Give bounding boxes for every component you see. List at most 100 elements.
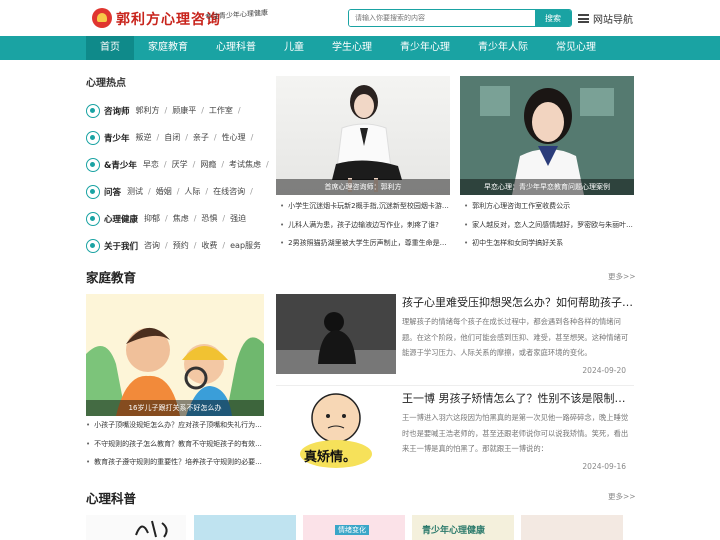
science-thumb[interactable] <box>86 515 186 540</box>
article-desc: 王一博进入羽六这段因为怕黑真的是第一次见他一路碎碎念，晚上睡觉时也是要喊王浩老师… <box>402 413 629 453</box>
hot-link[interactable]: 叛逆 <box>136 132 152 143</box>
separator: / <box>192 160 196 169</box>
separator: / <box>148 187 151 196</box>
nav-common-psych[interactable]: 常见心理 <box>542 36 610 60</box>
consultant-icon <box>86 103 100 118</box>
family-more-link[interactable]: 更多>> <box>608 271 636 282</box>
news-item[interactable]: 小孩子顶嘴没规矩怎么办？应对孩子顶嘴和失礼行为... <box>86 416 264 435</box>
hot-link[interactable]: 咨询 <box>144 240 160 251</box>
divider <box>276 385 634 386</box>
nav-youth-social[interactable]: 青少年人际 <box>464 36 542 60</box>
hot-link[interactable]: 恐惧 <box>201 213 217 224</box>
family-section-title[interactable]: 家庭教育 <box>86 267 136 286</box>
separator: / <box>250 133 254 142</box>
hot-category[interactable]: 青少年 <box>104 132 130 144</box>
hot-link[interactable]: 亲子 <box>193 132 209 143</box>
hot-category[interactable]: 心理健康 <box>104 213 138 225</box>
separator: / <box>250 187 253 196</box>
science-section-title[interactable]: 心理科普 <box>86 488 136 507</box>
site-logo[interactable]: 郭利方心理咨询 <box>92 6 222 30</box>
hot-link[interactable]: 收费 <box>201 240 217 251</box>
hot-category[interactable]: 问答 <box>104 186 121 198</box>
news-item[interactable]: 2男孩照猫扔湖里被大学生厉声制止，尊重生命是孩... <box>280 234 452 253</box>
news-list-left: 小学生沉迷烟卡玩新2概手指,沉迷新型校园烟卡游戏... 儿科人满为患，孩子边输液… <box>280 197 452 253</box>
hot-link[interactable]: 性心理 <box>222 132 246 143</box>
featured-consultant[interactable]: 首席心理咨询师：郭利方 <box>276 76 450 195</box>
nav-youth-psych[interactable]: 青少年心理 <box>386 36 464 60</box>
hot-category[interactable]: 咨询师 <box>104 105 130 117</box>
separator: / <box>222 241 226 250</box>
hot-row: 青少年 叛逆 / 自闭 / 亲子 / 性心理 / <box>86 124 264 151</box>
hot-link[interactable]: 强迫 <box>230 213 246 224</box>
science-thumb[interactable]: 青少年心理健康 <box>412 515 514 540</box>
search-button[interactable]: 搜索 <box>535 10 571 26</box>
article-title[interactable]: 王一博 男孩子矫情怎么了？性别不该是限制情感的理由 <box>402 390 634 406</box>
separator: / <box>266 160 269 169</box>
family-news-list: 小孩子顶嘴没规矩怎么办？应对孩子顶嘴和失礼行为... 不守规则的孩子怎么教育？教… <box>86 416 264 472</box>
hot-link[interactable]: 网瘾 <box>200 159 216 170</box>
separator: / <box>163 160 167 169</box>
news-list-right: 郭利方心理咨询工作室收费公示 家人越反对，恋人之间感情越好，罗密欧与朱丽叶...… <box>464 197 636 253</box>
science-thumb[interactable] <box>194 515 296 540</box>
separator: / <box>205 187 209 196</box>
sad-child-photo <box>276 294 396 374</box>
nav-student-psych[interactable]: 学生心理 <box>318 36 386 60</box>
separator: / <box>165 214 168 223</box>
separator: / <box>185 133 188 142</box>
hot-link[interactable]: 顾康平 <box>172 105 196 116</box>
article-date: 2024-09-16 <box>582 462 626 471</box>
separator: / <box>221 160 225 169</box>
hot-link[interactable]: 郭利方 <box>136 105 160 116</box>
hot-category[interactable]: &青少年 <box>104 159 137 171</box>
separator: / <box>165 241 168 250</box>
news-item[interactable]: 初中生怎样和女同学搞好关系 <box>464 234 636 253</box>
separator: / <box>222 214 226 223</box>
hot-link[interactable]: 婚姻 <box>156 186 172 197</box>
nav-psych-science[interactable]: 心理科普 <box>202 36 270 60</box>
nav-family-education[interactable]: 家庭教育 <box>134 36 202 60</box>
about-icon <box>86 238 100 253</box>
news-item[interactable]: 郭利方心理咨询工作室收费公示 <box>464 197 636 216</box>
qa-icon <box>86 184 100 199</box>
article-desc: 理解孩子的情绪每个孩子在成长过程中，都会遇到各种各样的情绪问题。在这个阶段，他们… <box>402 317 629 357</box>
student-photo <box>460 76 634 195</box>
separator: / <box>156 133 160 142</box>
hot-link[interactable]: 早恋 <box>143 159 159 170</box>
article-image <box>276 294 396 374</box>
article-image: 真矫情。 <box>276 390 396 470</box>
news-item[interactable]: 教育孩子遵守规则的重要性？培养孩子守规则的必要... <box>86 453 264 472</box>
search-bar: 搜索 <box>348 9 572 27</box>
hot-link[interactable]: 预约 <box>173 240 189 251</box>
hot-link[interactable]: 厌学 <box>172 159 188 170</box>
science-thumb[interactable]: 情绪变化 <box>303 515 405 540</box>
news-item[interactable]: 不守规则的孩子怎么教育？教育不守规矩孩子的有效... <box>86 435 264 454</box>
featured-caption: 早恋心理：青少年早恋教育问题心理案例 <box>460 179 634 195</box>
hot-link[interactable]: eap服务 <box>230 240 261 251</box>
article-card[interactable]: 孩子心里难受压抑想哭怎么办？如何帮助孩子排解压抑情绪 理解孩子的情绪每个孩子在成… <box>276 294 634 382</box>
science-thumb[interactable] <box>521 515 623 540</box>
hot-link[interactable]: 人际 <box>184 186 200 197</box>
news-item[interactable]: 儿科人满为患，孩子边输液边写作业，刺疼了谁? <box>280 216 452 235</box>
nav-children[interactable]: 儿童 <box>270 36 318 60</box>
hot-link[interactable]: 工作室 <box>209 105 233 116</box>
hot-link[interactable]: 在线咨询 <box>213 186 245 197</box>
site-nav-link[interactable]: 网站导航 <box>578 11 633 26</box>
family-feature[interactable]: 16岁儿子跟打关系不好怎么办 <box>86 294 264 416</box>
science-more-link[interactable]: 更多>> <box>608 491 636 502</box>
article-card[interactable]: 真矫情。 王一博 男孩子矫情怎么了？性别不该是限制情感的理由 王一博进入羽六这段… <box>276 390 634 478</box>
teen-icon <box>86 157 100 172</box>
hot-category[interactable]: 关于我们 <box>104 240 138 252</box>
hot-link[interactable]: 自闭 <box>164 132 180 143</box>
search-input[interactable] <box>349 10 535 26</box>
news-item[interactable]: 小学生沉迷烟卡玩新2概手指,沉迷新型校园烟卡游戏... <box>280 197 452 216</box>
article-title[interactable]: 孩子心里难受压抑想哭怎么办？如何帮助孩子排解压抑情绪 <box>402 294 634 310</box>
news-item[interactable]: 家人越反对，恋人之间感情越好，罗密欧与朱丽叶... <box>464 216 636 235</box>
article-date: 2024-09-20 <box>582 366 626 375</box>
site-header: 郭利方心理咨询 专注青少年心理健康 搜索 网站导航 <box>0 0 720 36</box>
hot-link[interactable]: 抑郁 <box>144 213 160 224</box>
featured-puppy-love[interactable]: 早恋心理：青少年早恋教育问题心理案例 <box>460 76 634 195</box>
hot-link[interactable]: 测试 <box>127 186 143 197</box>
hot-link[interactable]: 考试焦虑 <box>229 159 261 170</box>
hot-link[interactable]: 焦虑 <box>173 213 189 224</box>
nav-home[interactable]: 首页 <box>86 36 134 60</box>
